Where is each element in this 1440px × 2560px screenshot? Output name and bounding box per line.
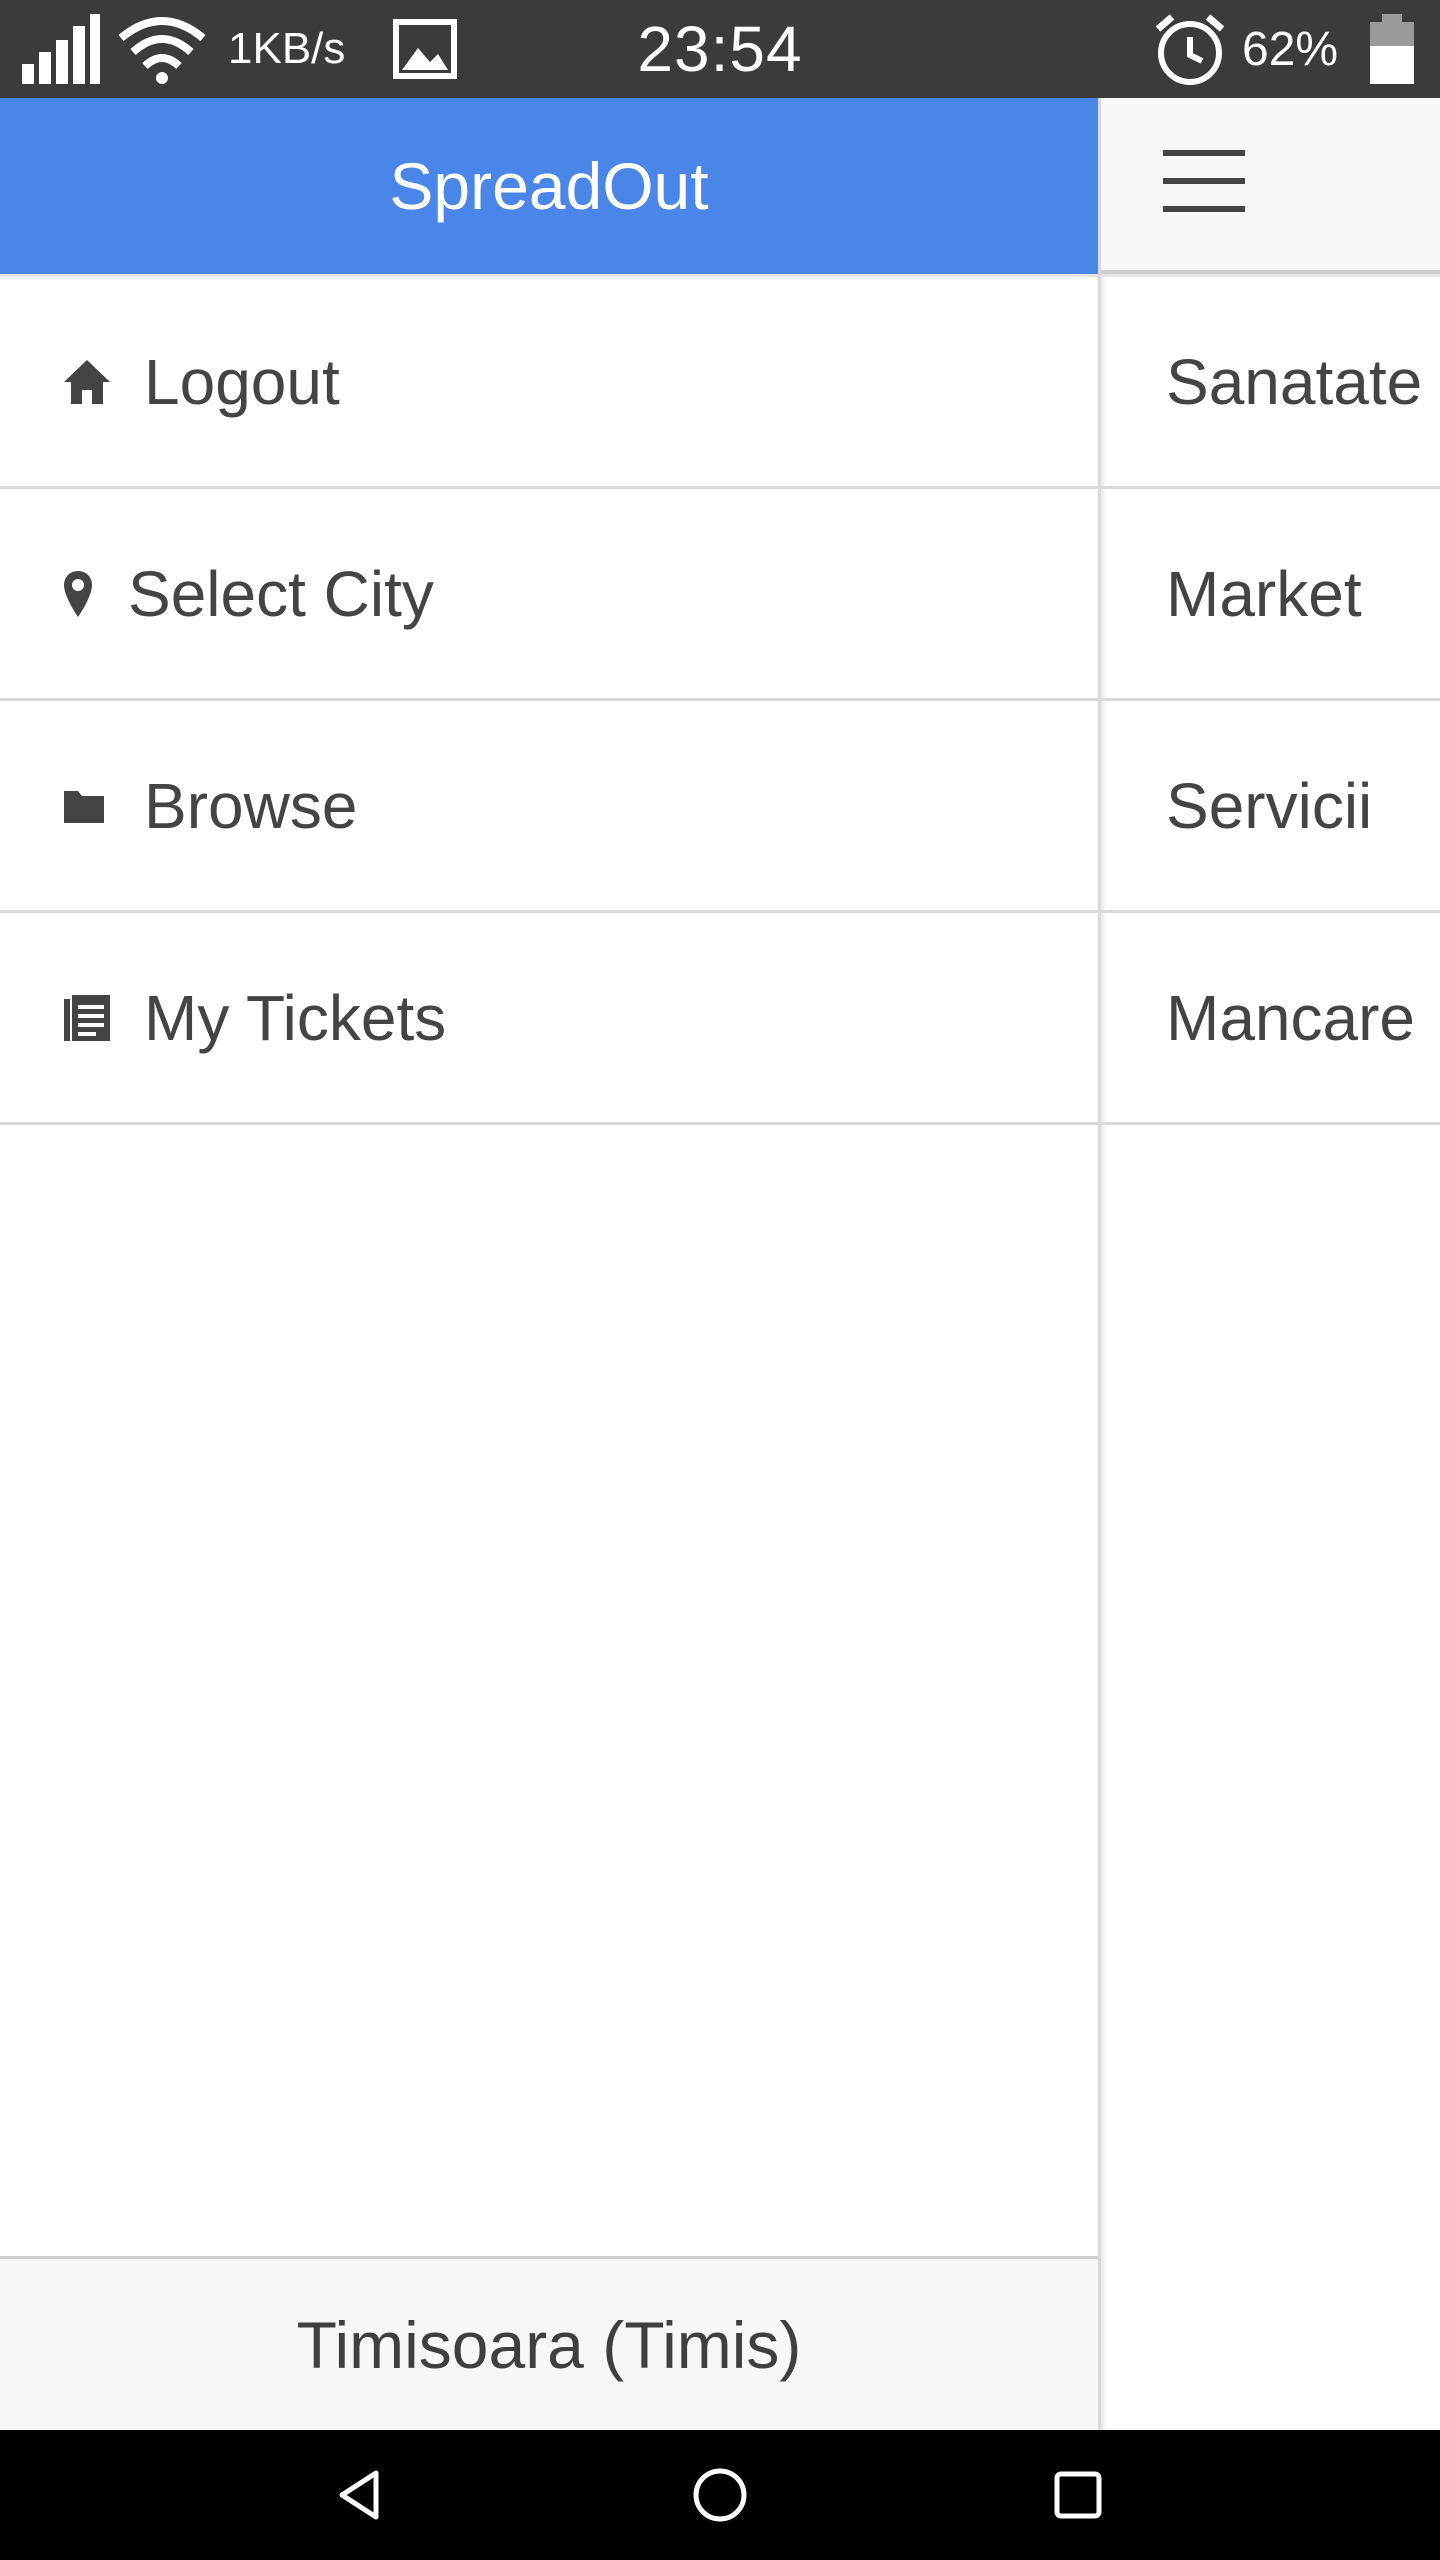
current-city: Timisoara (Timis)	[296, 2307, 802, 2382]
menu-item-label: Browse	[144, 769, 358, 842]
navigation-bar	[0, 2430, 1440, 2560]
net-speed: 1KB/s	[228, 24, 346, 73]
alarm-icon	[1152, 0, 1228, 98]
hamburger-icon[interactable]	[1163, 148, 1245, 218]
signal-icon	[20, 0, 102, 98]
gallery-icon	[392, 0, 458, 98]
recents-icon[interactable]	[1008, 2430, 1148, 2560]
screen: 1KB/s 23:54 62% SpreadOut Logout Select …	[0, 0, 1440, 2560]
battery-percent: 62%	[1242, 22, 1339, 76]
home-icon	[62, 354, 112, 410]
folder-icon	[62, 778, 112, 834]
menu-item-label: Select City	[128, 557, 434, 630]
main-toolbar	[1101, 98, 1440, 274]
back-icon[interactable]	[290, 2430, 430, 2560]
battery-icon	[1368, 0, 1416, 98]
category-item-sanatate[interactable]: Sanatate	[1101, 277, 1440, 489]
main-content: Sanatate Market Servicii Mancare	[1098, 98, 1440, 2430]
navigation-drawer: SpreadOut Logout Select City Browse My T…	[0, 98, 1098, 2430]
app-title: SpreadOut	[389, 149, 709, 223]
status-bar: 1KB/s 23:54 62%	[0, 0, 1440, 98]
menu-item-label: My Tickets	[144, 981, 447, 1054]
home-circle-icon[interactable]	[650, 2430, 790, 2560]
category-item-market[interactable]: Market	[1101, 489, 1440, 701]
drawer-menu: Logout Select City Browse My Tickets	[0, 274, 1098, 1125]
category-item-servicii[interactable]: Servicii	[1101, 701, 1440, 913]
map-marker-icon	[62, 566, 98, 622]
menu-item-my-tickets[interactable]: My Tickets	[0, 913, 1098, 1125]
menu-item-browse[interactable]: Browse	[0, 701, 1098, 913]
menu-item-label: Logout	[144, 345, 340, 418]
drawer-header: SpreadOut	[0, 98, 1098, 274]
category-item-mancare[interactable]: Mancare	[1101, 913, 1440, 1125]
category-list: Sanatate Market Servicii Mancare	[1101, 274, 1440, 1125]
menu-item-select-city[interactable]: Select City	[0, 489, 1098, 701]
list-icon	[62, 990, 112, 1046]
drawer-footer[interactable]: Timisoara (Timis)	[0, 2256, 1098, 2430]
menu-item-logout[interactable]: Logout	[0, 277, 1098, 489]
wifi-icon	[117, 0, 207, 98]
